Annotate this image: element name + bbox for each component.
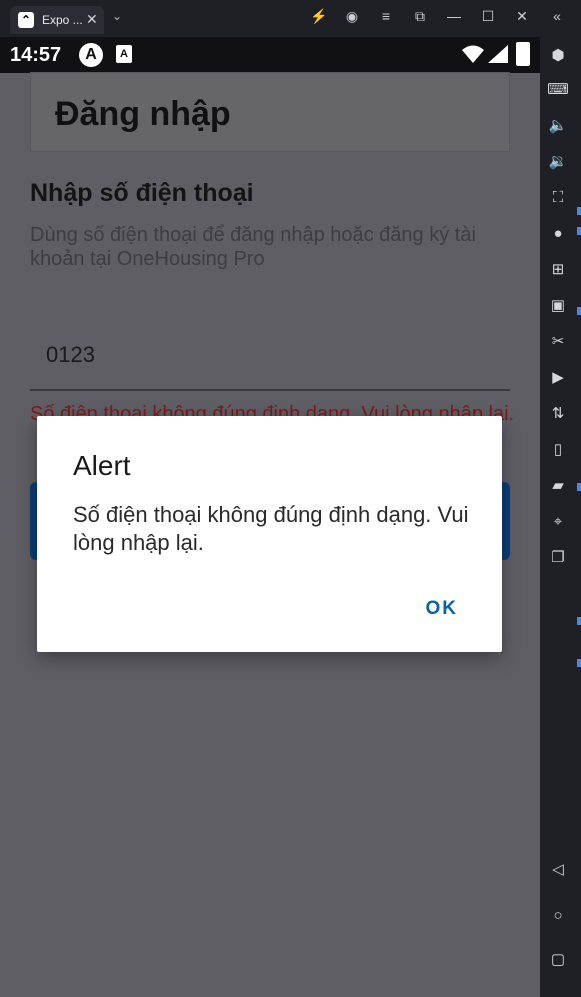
scroll-marker: [577, 307, 581, 315]
scroll-marker: [577, 617, 581, 625]
phone-number-input[interactable]: 0123: [30, 327, 510, 391]
shake-icon[interactable]: ▯: [547, 439, 569, 461]
header-card: Đăng nhập: [30, 72, 510, 152]
maximize-icon[interactable]: ☐: [478, 8, 498, 25]
scissors-icon[interactable]: ✂: [547, 331, 569, 353]
window-titlebar: ⌃ Expo ... ✕ ⌄ ⚡ ◉ ≡ ⧉ — ☐ ✕ «: [0, 0, 581, 37]
browser-tab[interactable]: ⌃ Expo ... ✕: [10, 6, 104, 34]
status-bar: 14:57 A A: [0, 37, 540, 73]
back-nav-icon[interactable]: ◁: [547, 859, 569, 881]
location-lock-icon[interactable]: ●: [547, 223, 569, 245]
emulator-toolbar: ⬢ ⌨ 🔈 🔉 ⛶ ● ⊞ ▣ ✂ ▶ ⇅ ▯ ▰ ⌖ ❐ ◁ ○ ▢: [540, 37, 581, 997]
tab-close-icon[interactable]: ✕: [86, 11, 98, 28]
lightning-icon[interactable]: ⚡: [309, 8, 329, 25]
page-title: Đăng nhập: [55, 95, 231, 133]
dialog-title: Alert: [73, 450, 131, 481]
menu-icon[interactable]: ≡: [376, 8, 396, 24]
section-description: Dùng số điện thoại để đăng nhập hoặc đăn…: [30, 224, 476, 270]
status-time: 14:57: [10, 44, 62, 66]
add-icon[interactable]: ⊞: [547, 259, 569, 281]
scroll-marker: [577, 659, 581, 667]
folder-icon[interactable]: ▰: [547, 475, 569, 497]
recents-nav-icon[interactable]: ▢: [547, 949, 569, 971]
scroll-marker: [577, 207, 581, 215]
secondary-notification-icon: A: [116, 45, 132, 63]
close-window-icon[interactable]: ✕: [512, 8, 532, 25]
keyboard-icon[interactable]: ⌨: [547, 79, 569, 101]
scroll-marker: [577, 483, 581, 491]
apk-install-icon[interactable]: ▣: [547, 295, 569, 317]
wifi-icon: [462, 45, 484, 63]
dialog-ok-button[interactable]: OK: [426, 598, 459, 620]
home-nav-icon[interactable]: ○: [547, 905, 569, 927]
device-screen: 14:57 A A Đăng nhập Nhập số điện thoại D…: [0, 37, 540, 997]
account-icon[interactable]: ◉: [342, 8, 362, 25]
collapse-sidebar-icon[interactable]: «: [547, 8, 567, 24]
app-notification-icon: A: [79, 43, 103, 67]
popout-icon[interactable]: ⧉: [410, 8, 430, 25]
scroll-marker: [577, 227, 581, 235]
screenshot-icon[interactable]: ⛶: [547, 187, 569, 209]
dialog-message: Số điện thoại không đúng định dạng. Vui …: [73, 502, 469, 555]
emulator-settings-icon[interactable]: ⬢: [547, 45, 569, 67]
section-title: Nhập số điện thoại: [30, 179, 254, 207]
tab-dropdown-icon[interactable]: ⌄: [112, 9, 122, 23]
location-pin-icon[interactable]: ⌖: [547, 511, 569, 533]
multi-window-icon[interactable]: ❐: [547, 547, 569, 569]
sync-icon[interactable]: ⇅: [547, 403, 569, 425]
cell-signal-icon: [488, 45, 508, 63]
battery-icon: [516, 42, 530, 66]
expo-logo-icon: ⌃: [18, 12, 34, 28]
screen-record-icon[interactable]: ▶: [547, 367, 569, 389]
alert-dialog: Alert Số điện thoại không đúng định dạng…: [37, 416, 502, 652]
tab-title: Expo ...: [42, 13, 83, 27]
volume-down-icon[interactable]: 🔉: [547, 151, 569, 173]
minimize-icon[interactable]: —: [444, 8, 464, 24]
volume-up-icon[interactable]: 🔈: [547, 115, 569, 137]
